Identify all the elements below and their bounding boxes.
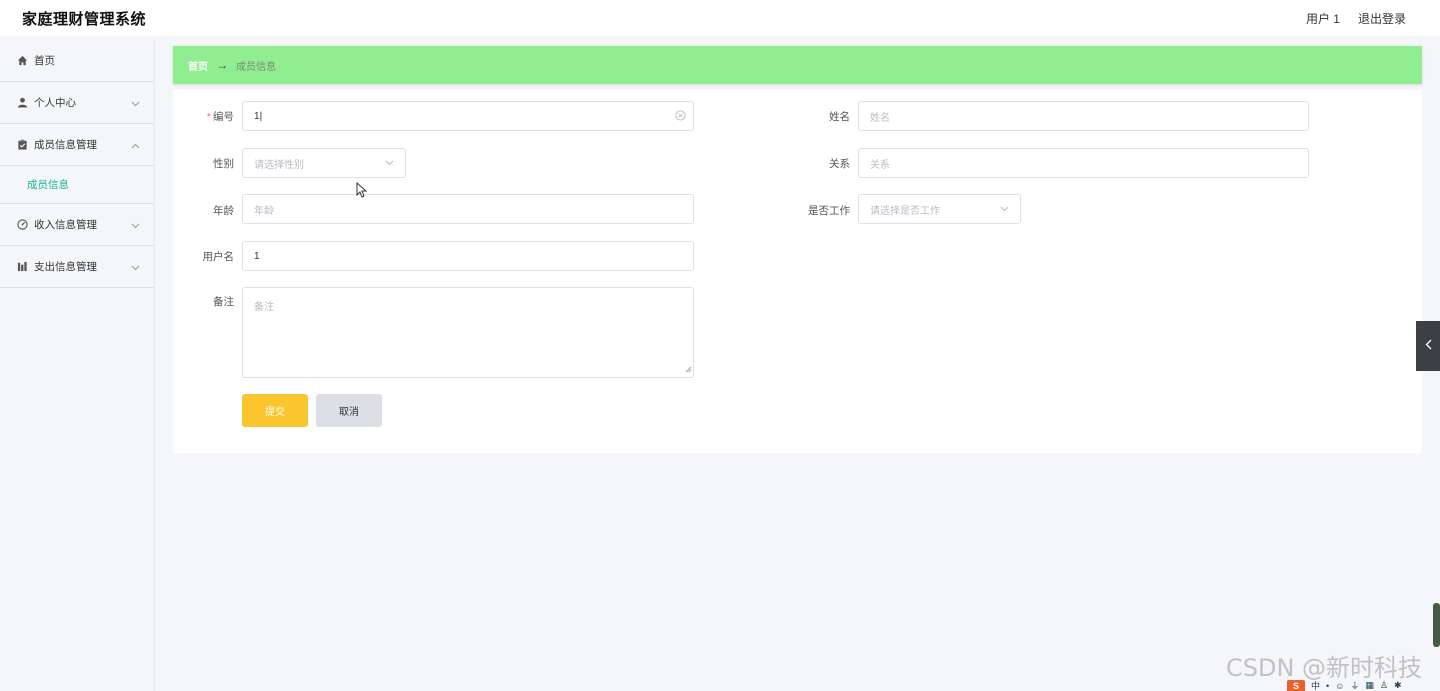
chevron-down-icon bbox=[131, 220, 140, 232]
panel-toggle-button[interactable] bbox=[1416, 321, 1440, 371]
home-icon bbox=[16, 55, 28, 67]
username-label: 用户名 bbox=[202, 251, 235, 263]
remark-textarea[interactable]: 备注 bbox=[242, 287, 694, 378]
breadcrumb-current: 成员信息 bbox=[236, 61, 276, 73]
cancel-button[interactable]: 取消 bbox=[316, 394, 382, 427]
working-label: 是否工作 bbox=[808, 205, 850, 217]
relation-field[interactable]: 关系 bbox=[858, 148, 1309, 178]
scrollbar-thumb[interactable] bbox=[1433, 603, 1440, 647]
tray-user-icon[interactable]: ♙ bbox=[1380, 680, 1388, 691]
age-label: 年龄 bbox=[213, 205, 234, 217]
name-label: 姓名 bbox=[829, 111, 850, 123]
remark-label: 备注 bbox=[213, 296, 234, 308]
username-field[interactable]: 1 bbox=[242, 241, 694, 271]
logout-link[interactable]: 退出登录 bbox=[1358, 10, 1406, 27]
gender-label: 性别 bbox=[213, 158, 234, 170]
app-title: 家庭理财管理系统 bbox=[22, 10, 147, 28]
tray-mic-icon[interactable]: ⏚ bbox=[1350, 679, 1359, 691]
sidebar-item-member-management[interactable]: 成员信息管理 bbox=[0, 124, 154, 166]
name-placeholder: 姓名 bbox=[870, 112, 890, 124]
tray-dot-icon: • bbox=[1326, 680, 1330, 691]
member-form: * 编号 1 | 姓名 姓名 性别 请选择性别 关系 关系 年龄 年龄 是否工作 请… bbox=[173, 90, 1422, 453]
age-field[interactable]: 年龄 bbox=[242, 194, 694, 224]
breadcrumb-separator: → bbox=[216, 58, 228, 72]
sidebar: 首页 个人中心 成员信息管理 成员信息 收入信息管理 支出信息管理 bbox=[0, 40, 155, 691]
chevron-down-icon bbox=[131, 98, 140, 110]
sidebar-item-label: 首页 bbox=[34, 55, 55, 67]
remark-placeholder: 备注 bbox=[254, 302, 274, 313]
bar-chart-icon bbox=[16, 261, 28, 273]
relation-label: 关系 bbox=[829, 158, 850, 170]
resize-handle-icon[interactable] bbox=[685, 365, 692, 376]
chevron-down-icon bbox=[385, 158, 394, 169]
submit-button[interactable]: 提交 bbox=[242, 394, 308, 427]
system-tray: S 中 • ☺ ⏚ ▦ ♙ ✱ bbox=[1287, 680, 1440, 691]
gauge-icon bbox=[16, 219, 28, 231]
breadcrumb-home[interactable]: 首页 bbox=[188, 58, 208, 73]
gender-select[interactable]: 请选择性别 bbox=[242, 148, 406, 178]
sidebar-item-expense-management[interactable]: 支出信息管理 bbox=[0, 246, 154, 288]
relation-placeholder: 关系 bbox=[870, 159, 890, 171]
gender-placeholder: 请选择性别 bbox=[254, 159, 304, 171]
sidebar-item-home[interactable]: 首页 bbox=[0, 40, 154, 82]
chevron-down-icon bbox=[131, 262, 140, 274]
user-icon bbox=[16, 97, 28, 109]
sidebar-item-personal-center[interactable]: 个人中心 bbox=[0, 82, 154, 124]
tray-settings-icon[interactable]: ✱ bbox=[1394, 680, 1402, 691]
chevron-up-icon bbox=[131, 140, 140, 152]
sidebar-item-label: 成员信息管理 bbox=[34, 139, 97, 151]
working-select[interactable]: 请选择是否工作 bbox=[858, 194, 1021, 224]
sidebar-subitem-member-info[interactable]: 成员信息 bbox=[0, 166, 154, 204]
watermark: CSDN @新时科技 bbox=[1226, 654, 1423, 682]
id-label: * 编号 bbox=[206, 111, 234, 123]
clipboard-icon bbox=[16, 139, 28, 151]
mouse-cursor-icon bbox=[356, 181, 368, 203]
chevron-down-icon bbox=[1000, 204, 1009, 215]
ime-logo-icon[interactable]: S bbox=[1287, 680, 1305, 691]
sidebar-item-label: 收入信息管理 bbox=[34, 219, 97, 231]
name-field[interactable]: 姓名 bbox=[858, 101, 1309, 131]
ime-language-indicator[interactable]: 中 bbox=[1311, 679, 1320, 691]
id-field[interactable]: 1 | bbox=[242, 101, 694, 131]
top-bar: 家庭理财管理系统 用户 1 退出登录 bbox=[0, 0, 1440, 36]
current-user[interactable]: 用户 1 bbox=[1306, 10, 1340, 27]
username-value: 1 bbox=[254, 250, 260, 262]
sidebar-item-label: 个人中心 bbox=[34, 97, 76, 109]
top-right-links: 用户 1 退出登录 bbox=[1306, 10, 1406, 27]
sidebar-item-income-management[interactable]: 收入信息管理 bbox=[0, 204, 154, 246]
sidebar-item-label: 支出信息管理 bbox=[34, 261, 97, 273]
age-placeholder: 年龄 bbox=[254, 205, 274, 217]
breadcrumb: 首页 → 成员信息 bbox=[173, 46, 1422, 84]
tray-keyboard-icon[interactable]: ▦ bbox=[1365, 680, 1374, 691]
chevron-left-icon bbox=[1425, 337, 1432, 355]
clear-icon[interactable] bbox=[675, 110, 686, 124]
working-placeholder: 请选择是否工作 bbox=[870, 205, 940, 217]
tray-emoji-icon[interactable]: ☺ bbox=[1335, 681, 1344, 691]
